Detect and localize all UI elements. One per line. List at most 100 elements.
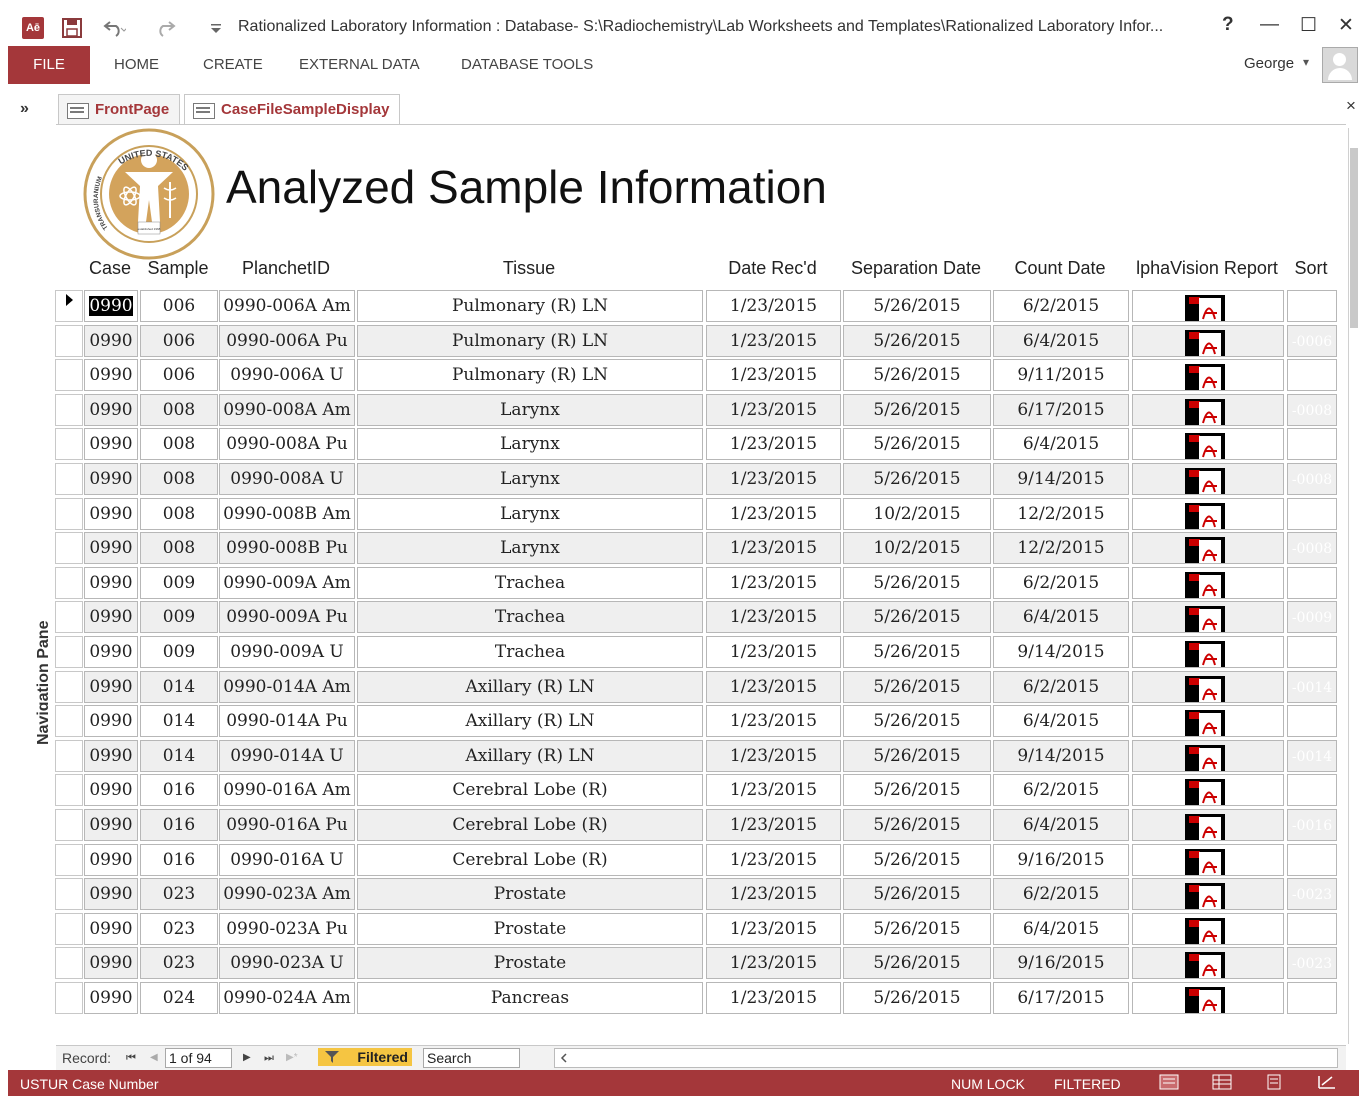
cell-report[interactable] [1132,394,1284,426]
cell-report[interactable] [1132,705,1284,737]
pdf-icon[interactable] [1185,537,1225,564]
pdf-icon[interactable] [1185,295,1225,322]
cell-report[interactable] [1132,740,1284,772]
cell-count[interactable]: 6/2/2015 [993,290,1129,322]
tab-external-data[interactable]: EXTERNAL DATA [299,56,420,73]
cell-case[interactable]: 0990 [84,325,138,357]
cell-report[interactable] [1132,601,1284,633]
cell-sample[interactable]: 006 [140,290,218,322]
chevron-left-icon[interactable] [559,1053,569,1063]
cell-sample[interactable]: 006 [140,325,218,357]
record-selector[interactable] [55,844,83,876]
help-button[interactable]: ? [1222,14,1234,36]
cell-sort[interactable]: -0023 [1287,947,1337,979]
cell-report[interactable] [1132,982,1284,1014]
cell-sample[interactable]: 008 [140,428,218,460]
cell-planchet[interactable]: 0990-008B Am [219,498,355,530]
cell-separation[interactable]: 5/26/2015 [843,671,991,703]
cell-planchet[interactable]: 0990-016A Pu [219,809,355,841]
cell-planchet[interactable]: 0990-006A U [219,359,355,391]
record-selector[interactable] [55,567,83,599]
cell-case[interactable]: 0990 [84,498,138,530]
cell-case[interactable]: 0990 [84,740,138,772]
cell-report[interactable] [1132,774,1284,806]
cell-case[interactable]: 0990 [84,601,138,633]
cell-case[interactable]: 0990 [84,947,138,979]
cell-separation[interactable]: 5/26/2015 [843,982,991,1014]
cell-sort[interactable]: -0008 [1287,394,1337,426]
cell-separation[interactable]: 5/26/2015 [843,290,991,322]
cell-tissue[interactable]: Axillary (R) LN [357,740,703,772]
cell-case[interactable]: 0990 [84,463,138,495]
cell-planchet[interactable]: 0990-014A Pu [219,705,355,737]
cell-tissue[interactable]: Axillary (R) LN [357,671,703,703]
record-selector[interactable] [55,774,83,806]
cell-planchet[interactable]: 0990-023A Pu [219,913,355,945]
tab-frontpage[interactable]: FrontPage [58,94,181,125]
cell-case[interactable]: 0990 [84,774,138,806]
cell-date_recd[interactable]: 1/23/2015 [706,567,841,599]
cell-sort[interactable] [1287,428,1337,460]
cell-tissue[interactable]: Trachea [357,601,703,633]
cell-tissue[interactable]: Axillary (R) LN [357,705,703,737]
datasheet-view-icon[interactable] [1212,1074,1232,1090]
cell-sort[interactable]: -0008 [1287,532,1337,564]
cell-separation[interactable]: 5/26/2015 [843,809,991,841]
cell-date_recd[interactable]: 1/23/2015 [706,671,841,703]
cell-count[interactable]: 6/4/2015 [993,809,1129,841]
cell-case[interactable]: 0990 [84,394,138,426]
cell-count[interactable]: 12/2/2015 [993,498,1129,530]
tab-home[interactable]: HOME [114,56,159,73]
cell-planchet[interactable]: 0990-016A U [219,844,355,876]
cell-date_recd[interactable]: 1/23/2015 [706,844,841,876]
pdf-icon[interactable] [1185,503,1225,530]
record-selector[interactable] [55,671,83,703]
cell-separation[interactable]: 5/26/2015 [843,878,991,910]
cell-sort[interactable] [1287,844,1337,876]
cell-count[interactable]: 6/2/2015 [993,774,1129,806]
pdf-icon[interactable] [1185,987,1225,1014]
record-selector[interactable] [55,290,83,322]
record-selector[interactable] [55,463,83,495]
pdf-icon[interactable] [1185,330,1225,357]
cell-sort[interactable] [1287,774,1337,806]
cell-case[interactable]: 0990 [84,290,138,322]
filter-toggle[interactable]: Filtered [318,1048,412,1066]
cell-planchet[interactable]: 0990-014A Am [219,671,355,703]
cell-sample[interactable]: 023 [140,913,218,945]
tab-create[interactable]: CREATE [203,56,263,73]
cell-planchet[interactable]: 0990-016A Am [219,774,355,806]
cell-count[interactable]: 6/2/2015 [993,567,1129,599]
pdf-icon[interactable] [1185,364,1225,391]
cell-date_recd[interactable]: 1/23/2015 [706,947,841,979]
cell-count[interactable]: 9/14/2015 [993,636,1129,668]
record-selector[interactable] [55,878,83,910]
cell-case[interactable]: 0990 [84,567,138,599]
cell-case[interactable]: 0990 [84,844,138,876]
pdf-icon[interactable] [1185,572,1225,599]
cell-separation[interactable]: 5/26/2015 [843,567,991,599]
cell-report[interactable] [1132,359,1284,391]
cell-tissue[interactable]: Cerebral Lobe (R) [357,844,703,876]
next-record-button[interactable]: ▶ [243,1052,251,1063]
cell-tissue[interactable]: Pulmonary (R) LN [357,359,703,391]
cell-report[interactable] [1132,567,1284,599]
cell-report[interactable] [1132,671,1284,703]
scrollbar-thumb[interactable] [1350,148,1358,328]
cell-tissue[interactable]: Larynx [357,394,703,426]
cell-tissue[interactable]: Pancreas [357,982,703,1014]
cell-planchet[interactable]: 0990-014A U [219,740,355,772]
nav-expand-icon[interactable]: » [20,100,29,118]
cell-report[interactable] [1132,325,1284,357]
tab-database-tools[interactable]: DATABASE TOOLS [461,56,593,73]
record-selector[interactable] [55,947,83,979]
cell-sort[interactable] [1287,359,1337,391]
cell-tissue[interactable]: Larynx [357,428,703,460]
cell-sort[interactable]: -0016 [1287,809,1337,841]
cell-count[interactable]: 6/17/2015 [993,982,1129,1014]
new-record-button[interactable]: ▶* [286,1052,298,1063]
search-input[interactable]: Search [423,1048,520,1068]
record-selector[interactable] [55,428,83,460]
record-selector[interactable] [55,601,83,633]
cell-date_recd[interactable]: 1/23/2015 [706,359,841,391]
